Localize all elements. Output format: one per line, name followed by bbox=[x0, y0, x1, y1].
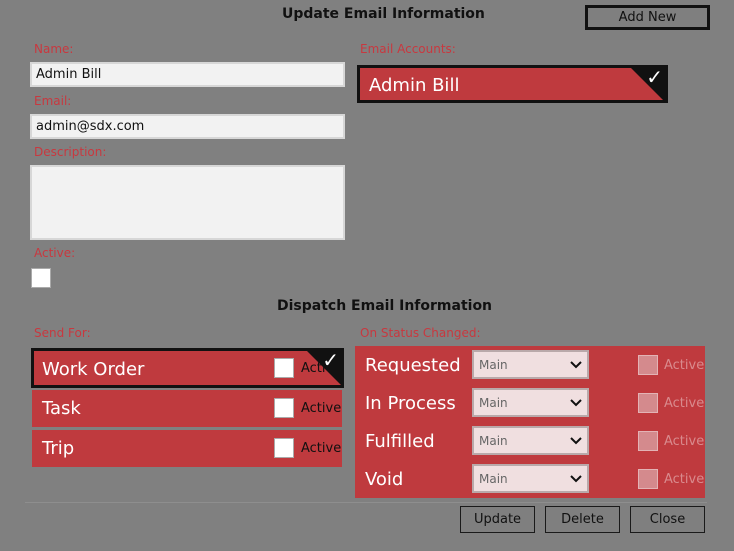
status-label-requested: Requested bbox=[365, 355, 461, 376]
add-new-button[interactable]: Add New bbox=[585, 5, 710, 30]
send-for-active-checkbox[interactable] bbox=[274, 398, 294, 418]
status-select-value: Main bbox=[479, 433, 508, 448]
status-select-fulfilled[interactable]: Main bbox=[472, 426, 589, 455]
name-field[interactable]: Admin Bill bbox=[30, 62, 345, 87]
dispatch-title: Dispatch Email Information bbox=[277, 298, 493, 314]
email-accounts-label: Email Accounts: bbox=[360, 42, 456, 56]
active-checkbox[interactable] bbox=[31, 268, 51, 288]
send-for-active-label: Active bbox=[301, 401, 342, 416]
send-for-label: Send For: bbox=[34, 326, 91, 340]
description-label: Description: bbox=[34, 145, 107, 159]
status-active-checkbox[interactable] bbox=[638, 469, 658, 489]
footer-divider bbox=[25, 502, 707, 503]
send-for-item-trip[interactable]: Trip Active bbox=[32, 430, 342, 467]
chevron-down-icon bbox=[569, 431, 583, 452]
send-for-active-checkbox[interactable] bbox=[274, 358, 294, 378]
update-button[interactable]: Update bbox=[460, 506, 535, 533]
status-select-void[interactable]: Main bbox=[472, 464, 589, 493]
send-for-item-label: Trip bbox=[42, 438, 75, 459]
send-for-item-label: Work Order bbox=[42, 359, 145, 380]
page-title: Update Email Information bbox=[282, 6, 485, 22]
status-select-in-process[interactable]: Main bbox=[472, 388, 589, 417]
status-label-fulfilled: Fulfilled bbox=[365, 431, 435, 452]
status-active-label: Active bbox=[664, 358, 705, 373]
status-panel: Requested Main Active In Process Main Ac… bbox=[355, 346, 705, 498]
status-label-in-process: In Process bbox=[365, 393, 456, 414]
status-active-label: Active bbox=[664, 396, 705, 411]
status-active-checkbox[interactable] bbox=[638, 355, 658, 375]
chevron-down-icon bbox=[569, 469, 583, 490]
checkmark-icon: ✓ bbox=[646, 65, 663, 89]
status-label-void: Void bbox=[365, 469, 404, 490]
status-select-value: Main bbox=[479, 395, 508, 410]
send-for-active-checkbox[interactable] bbox=[274, 438, 294, 458]
on-status-changed-label: On Status Changed: bbox=[360, 326, 481, 340]
email-label: Email: bbox=[34, 94, 72, 108]
status-select-requested[interactable]: Main bbox=[472, 350, 589, 379]
chevron-down-icon bbox=[569, 393, 583, 414]
send-for-active-label: Active bbox=[301, 441, 342, 456]
status-select-value: Main bbox=[479, 471, 508, 486]
status-active-checkbox[interactable] bbox=[638, 431, 658, 451]
delete-button[interactable]: Delete bbox=[545, 506, 620, 533]
status-active-checkbox[interactable] bbox=[638, 393, 658, 413]
send-for-item-work-order[interactable]: Work Order Active ✓ bbox=[31, 348, 344, 388]
status-active-label: Active bbox=[664, 434, 705, 449]
email-field[interactable]: admin@sdx.com bbox=[30, 114, 345, 139]
name-label: Name: bbox=[34, 42, 74, 56]
description-textarea[interactable] bbox=[30, 165, 345, 240]
close-button[interactable]: Close bbox=[630, 506, 705, 533]
email-account-label: Admin Bill bbox=[369, 75, 460, 96]
checkmark-icon: ✓ bbox=[322, 348, 339, 372]
status-select-value: Main bbox=[479, 357, 508, 372]
send-for-item-label: Task bbox=[42, 398, 81, 419]
send-for-item-task[interactable]: Task Active bbox=[32, 390, 342, 427]
email-account-item[interactable]: Admin Bill ✓ bbox=[357, 65, 668, 103]
chevron-down-icon bbox=[569, 355, 583, 376]
active-label: Active: bbox=[34, 246, 76, 260]
status-active-label: Active bbox=[664, 472, 705, 487]
